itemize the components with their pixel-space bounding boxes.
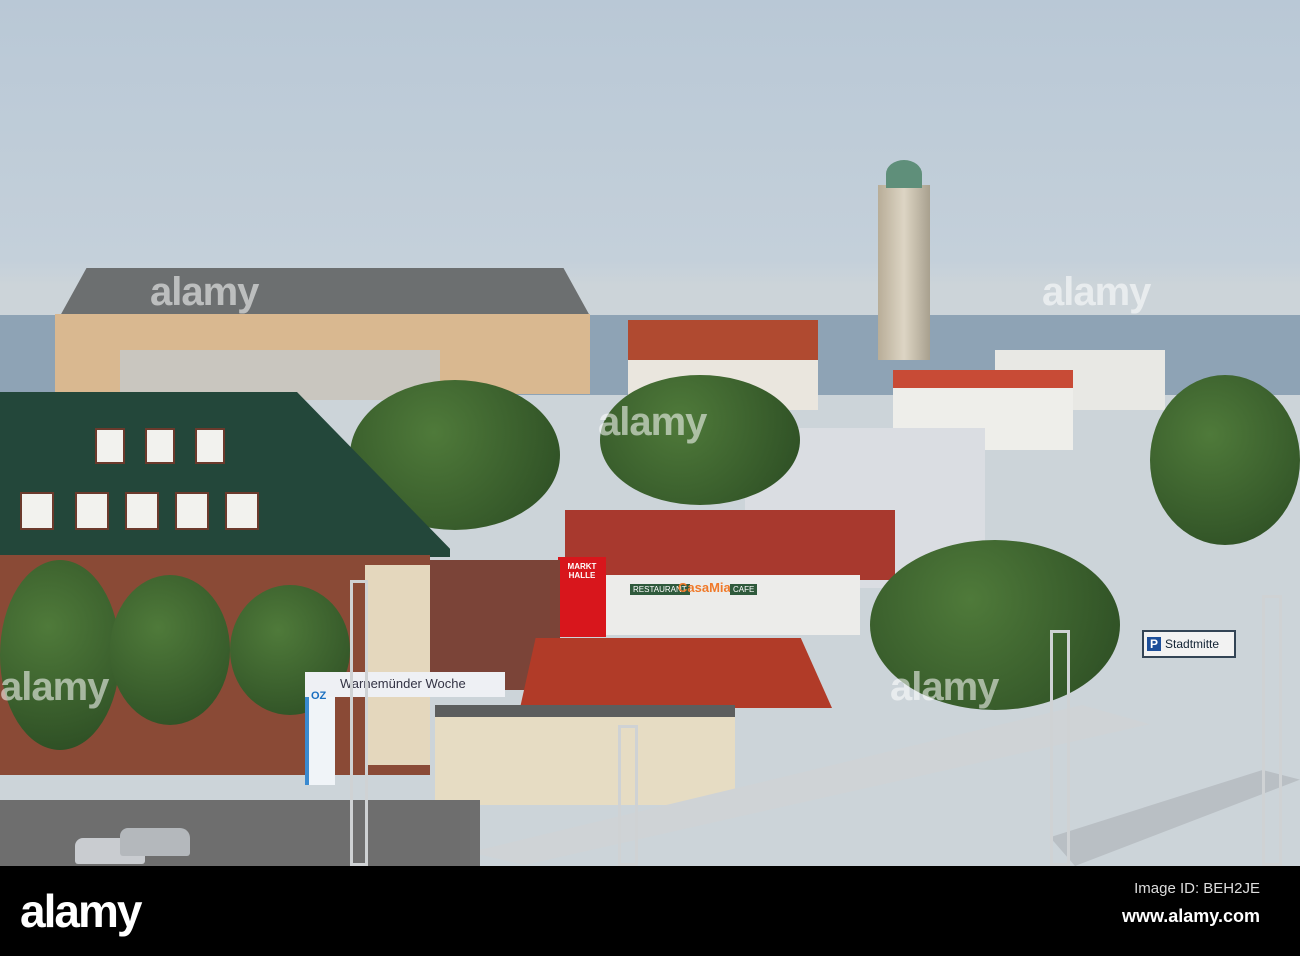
- lighthouse: [878, 185, 930, 360]
- half-timber-house: [435, 705, 735, 805]
- beige-facade: [365, 565, 430, 765]
- cafe-sign: CAFE: [730, 584, 758, 595]
- pylon: [1262, 595, 1282, 866]
- watermark: alamy: [890, 665, 999, 709]
- car: [120, 828, 190, 856]
- oz-pillar: [305, 697, 335, 785]
- pylon: [350, 580, 368, 866]
- tiled-roof: [520, 638, 832, 708]
- pylon: [1050, 630, 1070, 866]
- parking-p: P: [1147, 637, 1162, 651]
- stadtmitte-sign: P Stadtmitte: [1142, 630, 1236, 658]
- image-id: Image ID: BEH2JE: [1134, 880, 1260, 897]
- tree: [110, 575, 230, 725]
- tree: [0, 560, 120, 750]
- alamy-logo: alamy: [20, 885, 142, 937]
- photo: RESTAURANT CasaMia CAFE MARKT HALLE Warn…: [0, 0, 1300, 866]
- window: [75, 492, 109, 530]
- road: [0, 800, 480, 866]
- footer: alamy Image ID: BEH2JE www.alamy.com: [0, 866, 1300, 956]
- window: [225, 492, 259, 530]
- oz-label: OZ: [311, 690, 327, 702]
- hotel-roof: [60, 268, 590, 316]
- window: [125, 492, 159, 530]
- window: [20, 492, 54, 530]
- window: [95, 428, 125, 464]
- watermark: alamy: [150, 270, 259, 314]
- markthalle-sign: MARKT HALLE: [567, 562, 597, 580]
- watermark: alamy: [1042, 270, 1151, 314]
- tree: [1150, 375, 1300, 545]
- window: [195, 428, 225, 464]
- stadtmitte-text: Stadtmitte: [1165, 637, 1220, 651]
- watermark: alamy: [598, 400, 707, 444]
- watermark: alamy: [0, 665, 109, 709]
- lighthouse-dome: [886, 160, 922, 188]
- window: [175, 492, 209, 530]
- window: [145, 428, 175, 464]
- casamia-sign: CasaMia: [678, 580, 731, 595]
- red-building: [565, 510, 895, 580]
- pylon: [618, 725, 638, 866]
- site-url: www.alamy.com: [1121, 906, 1260, 926]
